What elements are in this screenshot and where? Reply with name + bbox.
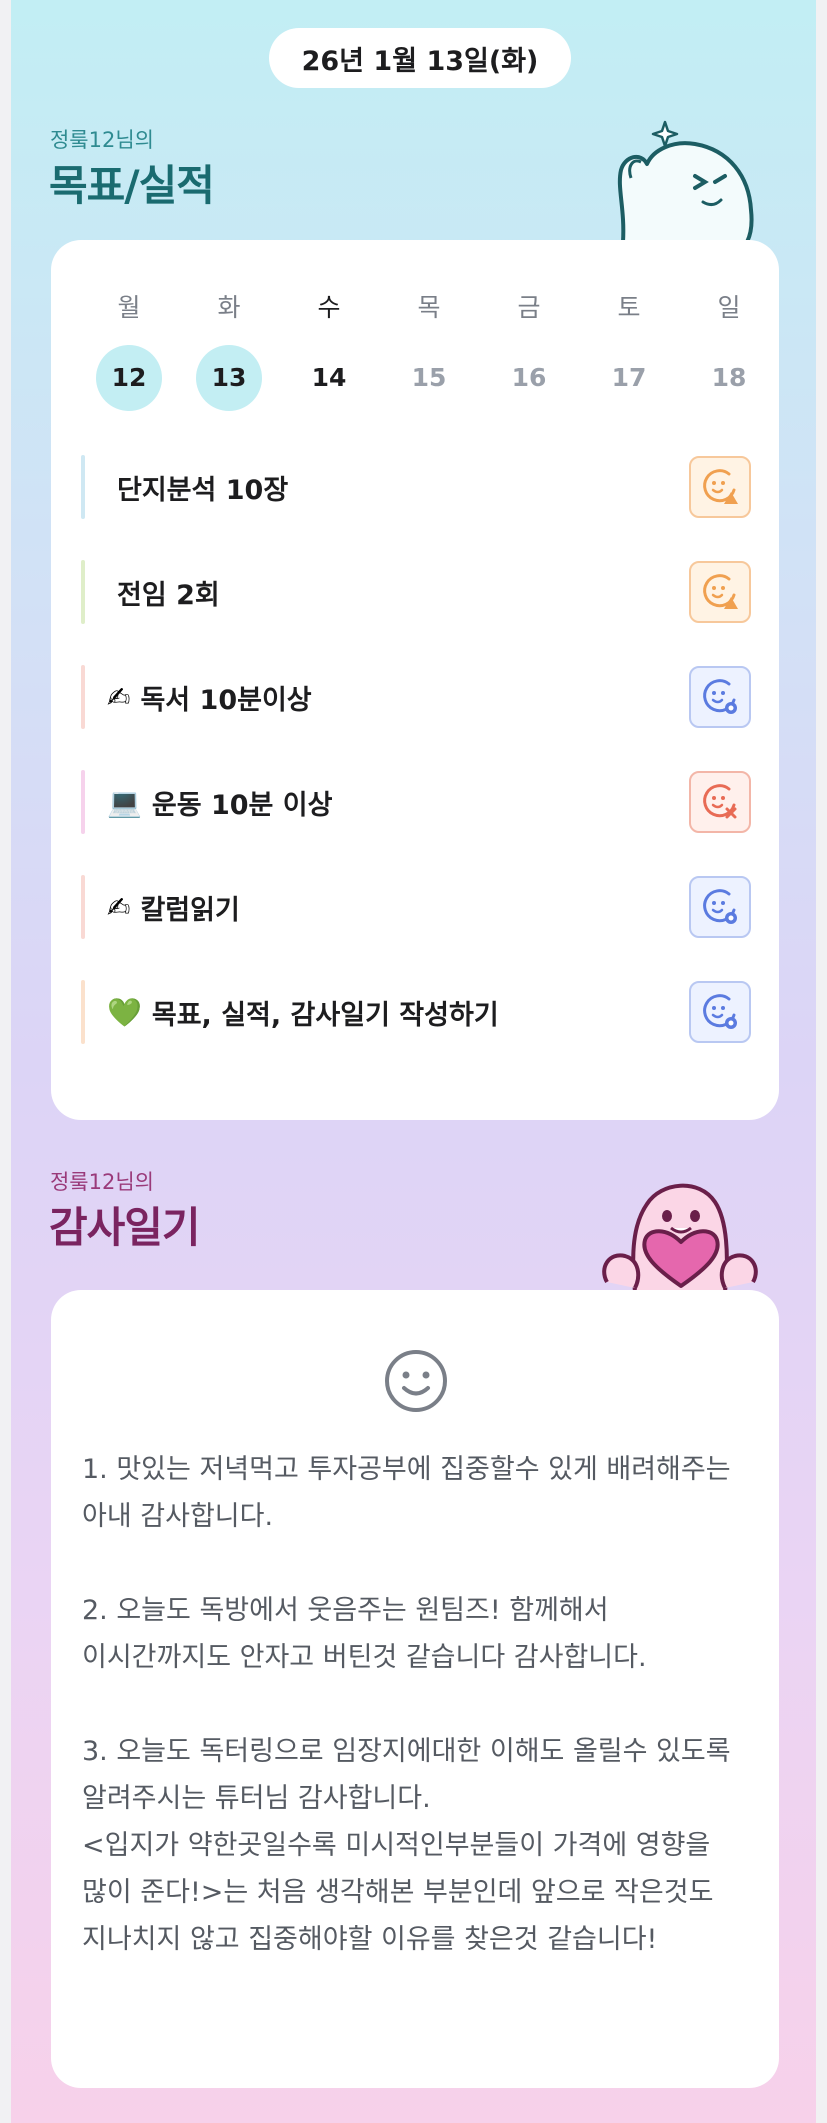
goals-card: 월 화 수 목 금 토 일 12 13 14 15 16 17 18 단지분석 …: [51, 240, 779, 1120]
goal-status-complete-icon[interactable]: [689, 666, 751, 728]
goal-color-bar: [81, 770, 85, 834]
goal-label: 칼럼읽기: [140, 894, 240, 926]
writing-hand-icon: ✍: [107, 890, 131, 924]
gratitude-section-subtitle: 정뤀12님의: [50, 1170, 155, 1194]
gratitude-diary-text: 1. 맛있는 저녁먹고 투자공부에 집중할수 있게 배려해주는 아내 감사합니다…: [82, 1454, 731, 1955]
weekday-tue: 화: [217, 293, 241, 322]
goal-status-failed-icon[interactable]: [689, 771, 751, 833]
smile-face-icon[interactable]: [383, 1348, 449, 1414]
laptop-icon: 💻: [107, 785, 142, 819]
goal-item[interactable]: ✍ 칼럼읽기: [81, 874, 751, 940]
mascot-cheering-icon: [617, 120, 754, 242]
goal-label: 단지분석 10장: [117, 474, 289, 506]
green-heart-icon: 💚: [107, 995, 142, 1029]
weekday-thu: 목: [417, 293, 441, 322]
goal-item[interactable]: 💻 운동 10분 이상: [81, 769, 751, 835]
goal-label: 전임 2회: [117, 579, 220, 611]
calendar-day[interactable]: 13: [179, 345, 279, 411]
goal-item[interactable]: 전임 2회: [81, 559, 751, 625]
goal-item[interactable]: ✍ 독서 10분이상: [81, 664, 751, 730]
goal-item[interactable]: 💚 목표, 실적, 감사일기 작성하기: [81, 979, 751, 1045]
goal-color-bar: [81, 560, 85, 624]
calendar-day-today[interactable]: 14: [279, 345, 379, 411]
gratitude-card: 1. 맛있는 저녁먹고 투자공부에 집중할수 있게 배려해주는 아내 감사합니다…: [51, 1290, 779, 2088]
goals-section-title: 목표/실적: [49, 161, 215, 210]
goal-color-bar: [81, 665, 85, 729]
mascot-heart-icon: [602, 1183, 758, 1292]
goal-status-complete-icon[interactable]: [689, 876, 751, 938]
goal-color-bar: [81, 455, 85, 519]
calendar-day[interactable]: 18: [679, 345, 779, 411]
goal-color-bar: [81, 875, 85, 939]
goal-color-bar: [81, 980, 85, 1044]
weekday-wed: 수: [317, 293, 341, 322]
calendar-day[interactable]: 12: [79, 345, 179, 411]
date-badge[interactable]: 26년 1월 13일(화): [269, 28, 571, 88]
weekday-fri: 금: [517, 293, 541, 322]
calendar-day[interactable]: 15: [379, 345, 479, 411]
calendar-day[interactable]: 16: [479, 345, 579, 411]
goal-item[interactable]: 단지분석 10장: [81, 454, 751, 520]
goal-label: 운동 10분 이상: [151, 789, 333, 821]
weekday-sun: 일: [717, 293, 741, 322]
calendar-days: 12 13 14 15 16 17 18: [79, 345, 779, 411]
goals-section-subtitle: 정뤀12님의: [50, 128, 155, 152]
app-screen: 26년 1월 13일(화) 정뤀12님의 목표/실적 월 화 수 목 금 토 일…: [11, 0, 816, 2123]
weekday-sat: 토: [617, 293, 641, 322]
writing-hand-icon: ✍: [107, 680, 131, 714]
goal-label: 목표, 실적, 감사일기 작성하기: [151, 999, 499, 1031]
goal-status-warning-icon[interactable]: [689, 561, 751, 623]
weekday-mon: 월: [117, 293, 141, 322]
calendar-weekdays: 월 화 수 목 금 토 일: [79, 288, 779, 324]
gratitude-section-title: 감사일기: [49, 1203, 201, 1252]
goal-status-warning-icon[interactable]: [689, 456, 751, 518]
goal-status-complete-icon[interactable]: [689, 981, 751, 1043]
goal-label: 독서 10분이상: [140, 684, 312, 716]
calendar-day[interactable]: 17: [579, 345, 679, 411]
